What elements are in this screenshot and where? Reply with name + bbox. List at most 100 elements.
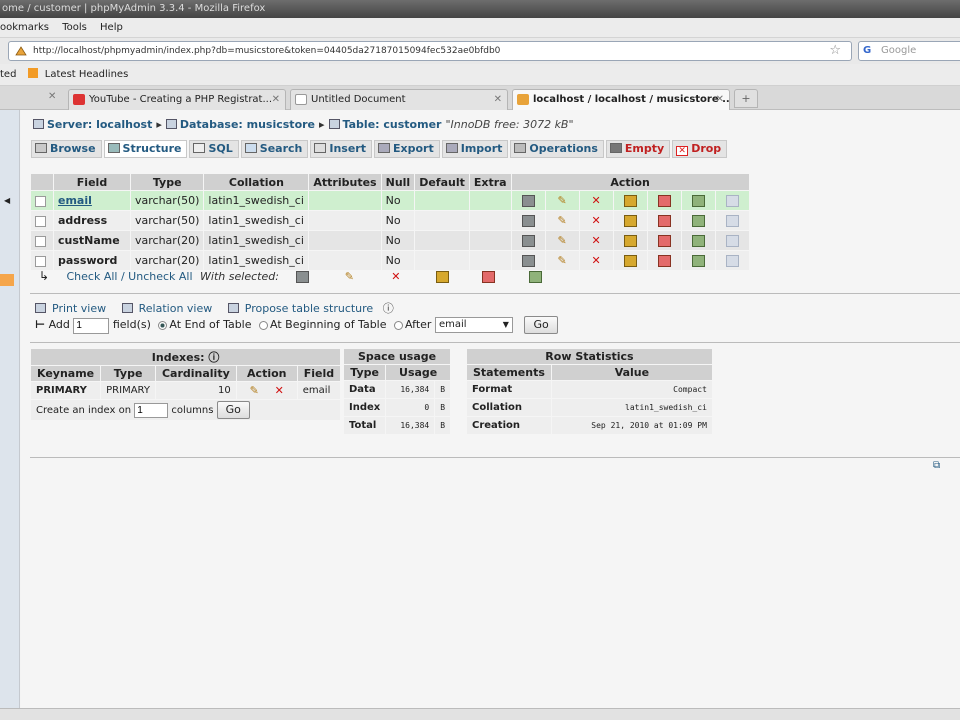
index-icon[interactable]: [691, 235, 705, 247]
drop-x-icon[interactable]: ✕: [590, 255, 603, 267]
browser-tab-youtube[interactable]: YouTube - Creating a PHP Registrat... ✕: [68, 89, 286, 110]
edit-selected-icon[interactable]: ✎: [343, 271, 356, 283]
fulltext-icon[interactable]: [725, 235, 739, 247]
index-icon[interactable]: [691, 195, 705, 207]
row-checkbox[interactable]: [35, 255, 46, 267]
table-row[interactable]: address varchar(50) latin1_swedish_ci No…: [31, 211, 749, 230]
print-view-link[interactable]: Print view: [35, 302, 112, 315]
header-type[interactable]: Type: [131, 174, 204, 190]
browse-distinct-icon[interactable]: [521, 255, 535, 267]
bookmark-truncated[interactable]: ted: [0, 69, 16, 80]
info-icon[interactable]: ⓘ: [208, 351, 219, 364]
tab-search[interactable]: Search: [240, 140, 309, 158]
tab-import[interactable]: Import: [441, 140, 509, 158]
table-row[interactable]: custName varchar(20) latin1_swedish_ci N…: [31, 231, 749, 250]
tab-empty[interactable]: Empty: [605, 140, 671, 158]
header-null[interactable]: Null: [381, 174, 415, 190]
primary-selected-icon[interactable]: [435, 271, 449, 283]
menu-tools[interactable]: Tools: [62, 22, 87, 33]
browser-tab-untitled[interactable]: Untitled Document ✕: [290, 89, 508, 110]
after-radio[interactable]: [394, 320, 404, 330]
tab-close-icon[interactable]: ✕: [494, 90, 502, 109]
field-name[interactable]: address: [54, 211, 130, 230]
field-name[interactable]: password: [54, 251, 130, 270]
drop-x-icon[interactable]: ✕: [590, 215, 603, 227]
drop-selected-icon[interactable]: ✕: [389, 271, 402, 283]
unique-icon[interactable]: [657, 235, 671, 247]
header-collation[interactable]: Collation: [204, 174, 309, 190]
field-name[interactable]: email: [54, 191, 130, 210]
primary-key-icon[interactable]: [623, 235, 637, 247]
unique-selected-icon[interactable]: [482, 271, 496, 283]
edit-index-icon[interactable]: ✎: [248, 384, 261, 397]
unique-icon[interactable]: [657, 255, 671, 267]
tab-close-icon-left[interactable]: ✕: [48, 91, 56, 102]
browse-distinct-icon[interactable]: [521, 215, 535, 227]
fulltext-icon[interactable]: [725, 215, 739, 227]
primary-key-icon[interactable]: [623, 255, 637, 267]
at-end-radio[interactable]: [158, 320, 168, 330]
new-tab-button[interactable]: +: [734, 89, 758, 108]
index-icon[interactable]: [691, 255, 705, 267]
tab-drop[interactable]: ✕ Drop: [672, 140, 728, 158]
tab-close-icon[interactable]: ✕: [272, 90, 280, 109]
browse-distinct-icon[interactable]: [521, 195, 535, 207]
create-index-go-button[interactable]: Go: [216, 401, 250, 419]
fulltext-icon[interactable]: [725, 195, 739, 207]
primary-key-icon[interactable]: [623, 215, 637, 227]
at-beginning-radio[interactable]: [259, 320, 269, 330]
primary-key-icon[interactable]: [623, 195, 637, 207]
edit-pencil-icon[interactable]: ✎: [556, 195, 569, 207]
tab-structure[interactable]: Structure: [103, 140, 188, 158]
browse-selected-icon[interactable]: [296, 271, 310, 283]
unique-icon[interactable]: [657, 215, 671, 227]
breadcrumb-table[interactable]: Table: customer: [343, 118, 442, 131]
breadcrumb-database[interactable]: Database: musicstore: [180, 118, 315, 131]
header-default[interactable]: Default: [415, 174, 469, 190]
drop-x-icon[interactable]: ✕: [590, 235, 603, 247]
browser-tab-phpmyadmin[interactable]: localhost / localhost / musicstore ... ✕: [512, 89, 730, 110]
add-field-go-button[interactable]: Go: [524, 316, 558, 334]
table-row[interactable]: email varchar(50) latin1_swedish_ci No ✎…: [31, 191, 749, 210]
index-selected-icon[interactable]: [528, 271, 542, 283]
index-icon[interactable]: [691, 215, 705, 227]
field-name[interactable]: custName: [54, 231, 130, 250]
check-all-link[interactable]: Check All / Uncheck All: [67, 270, 193, 283]
open-new-window-icon[interactable]: ⧉: [933, 460, 940, 471]
tab-sql[interactable]: SQL: [189, 140, 239, 158]
drop-x-icon[interactable]: ✕: [590, 195, 603, 207]
tab-operations[interactable]: Operations: [510, 140, 604, 158]
propose-structure-link[interactable]: Propose table structure ⓘ: [227, 302, 400, 315]
menu-bookmarks[interactable]: ookmarks: [0, 22, 49, 33]
tab-insert[interactable]: Insert: [310, 140, 372, 158]
collapse-arrow-icon[interactable]: ◀: [4, 196, 10, 205]
row-checkbox[interactable]: [35, 215, 46, 227]
edit-pencil-icon[interactable]: ✎: [556, 215, 569, 227]
drop-index-icon[interactable]: ✕: [273, 384, 286, 397]
edit-pencil-icon[interactable]: ✎: [556, 255, 569, 267]
relation-view-link[interactable]: Relation view: [121, 302, 219, 315]
tab-export[interactable]: Export: [374, 140, 440, 158]
table-row[interactable]: password varchar(20) latin1_swedish_ci N…: [31, 251, 749, 270]
unique-icon[interactable]: [657, 195, 671, 207]
tab-close-icon[interactable]: ✕: [716, 90, 724, 109]
breadcrumb-server[interactable]: Server: localhost: [47, 118, 152, 131]
after-field-select[interactable]: email ▼: [434, 317, 513, 333]
search-box[interactable]: G Google: [858, 41, 960, 61]
bookmark-latest-headlines[interactable]: Latest Headlines: [45, 69, 129, 80]
create-index-count-input[interactable]: [134, 403, 169, 418]
help-icon[interactable]: ⓘ: [383, 302, 394, 315]
fulltext-icon[interactable]: [725, 255, 739, 267]
browse-distinct-icon[interactable]: [521, 235, 535, 247]
header-attributes[interactable]: Attributes: [309, 174, 381, 190]
add-field-count-input[interactable]: [73, 317, 110, 334]
menu-help[interactable]: Help: [100, 22, 123, 33]
bookmark-star-icon[interactable]: ☆: [829, 42, 841, 60]
row-checkbox[interactable]: [35, 235, 46, 247]
address-bar[interactable]: http://localhost/phpmyadmin/index.php?db…: [8, 41, 852, 61]
edit-pencil-icon[interactable]: ✎: [556, 235, 569, 247]
row-checkbox[interactable]: [35, 195, 46, 207]
tab-browse[interactable]: Browse: [31, 140, 102, 158]
header-extra[interactable]: Extra: [469, 174, 511, 190]
header-field[interactable]: Field: [54, 174, 130, 190]
